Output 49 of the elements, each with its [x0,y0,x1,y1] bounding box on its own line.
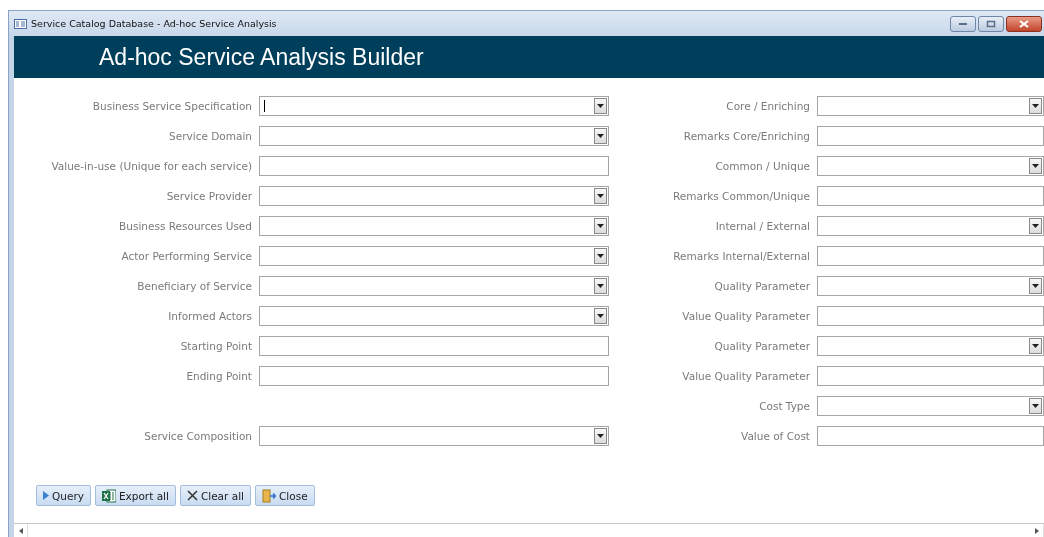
field-label: Service Provider [165,190,252,202]
input-field[interactable] [817,306,1044,326]
field-label: Remarks Common/Unique [671,190,810,202]
action-button[interactable]: Clear all [179,485,251,506]
action-button[interactable]: Query [36,485,91,506]
horizontal-scrollbar[interactable] [14,523,1044,537]
field-label: Business Service Specification [91,100,252,112]
action-button[interactable]: Close [255,485,315,506]
field-label: Core / Enriching [725,100,810,112]
minimize-button[interactable] [950,15,976,32]
field-label: Value of Cost [740,430,810,442]
field-label: Quality Parameter [713,340,810,352]
input-field[interactable] [817,126,1044,146]
input-field[interactable] [817,366,1044,386]
input-field[interactable] [259,366,609,386]
field-label: Value Quality Parameter [681,370,810,382]
input-field[interactable] [817,426,1044,446]
field-label: Ending Point [185,370,252,382]
field-label: Informed Actors [167,310,252,322]
maximize-icon [986,19,996,28]
field-label: Business Resources Used [118,220,252,232]
field-label: Remarks Internal/External [672,250,810,262]
field-label: Value Quality Parameter [681,310,810,322]
close-button[interactable] [1006,15,1042,32]
field-label: Common / Unique [714,160,810,172]
field-label: Cost Type [758,400,810,412]
input-field[interactable] [817,186,1044,206]
field-label: Beneficiary of Service [136,280,252,292]
action-button[interactable]: Export all [94,485,176,506]
field-label: Starting Point [179,340,252,352]
play-icon [43,491,49,500]
field-label: Internal / External [714,220,810,232]
field-label: Quality Parameter [713,280,810,292]
form-title: Ad-hoc Service Analysis Builder [99,43,424,71]
input-field[interactable] [259,156,609,176]
field-label: Value-in-use (Unique for each service) [50,160,252,172]
input-field[interactable] [259,336,609,356]
input-field[interactable] [817,246,1044,266]
field-label: Remarks Core/Enriching [682,130,810,142]
clear-icon [186,490,198,501]
form-icon [14,18,27,29]
maximize-button[interactable] [978,15,1004,32]
field-label: Actor Performing Service [120,250,252,262]
spreadsheet-icon [101,488,116,503]
field-label: Service Domain [168,130,252,142]
close-icon [1019,19,1029,28]
window-title: Service Catalog Database - Ad-hoc Service Analysis [31,18,277,29]
door-exit-icon [262,488,276,503]
field-label: Service Composition [143,430,252,442]
